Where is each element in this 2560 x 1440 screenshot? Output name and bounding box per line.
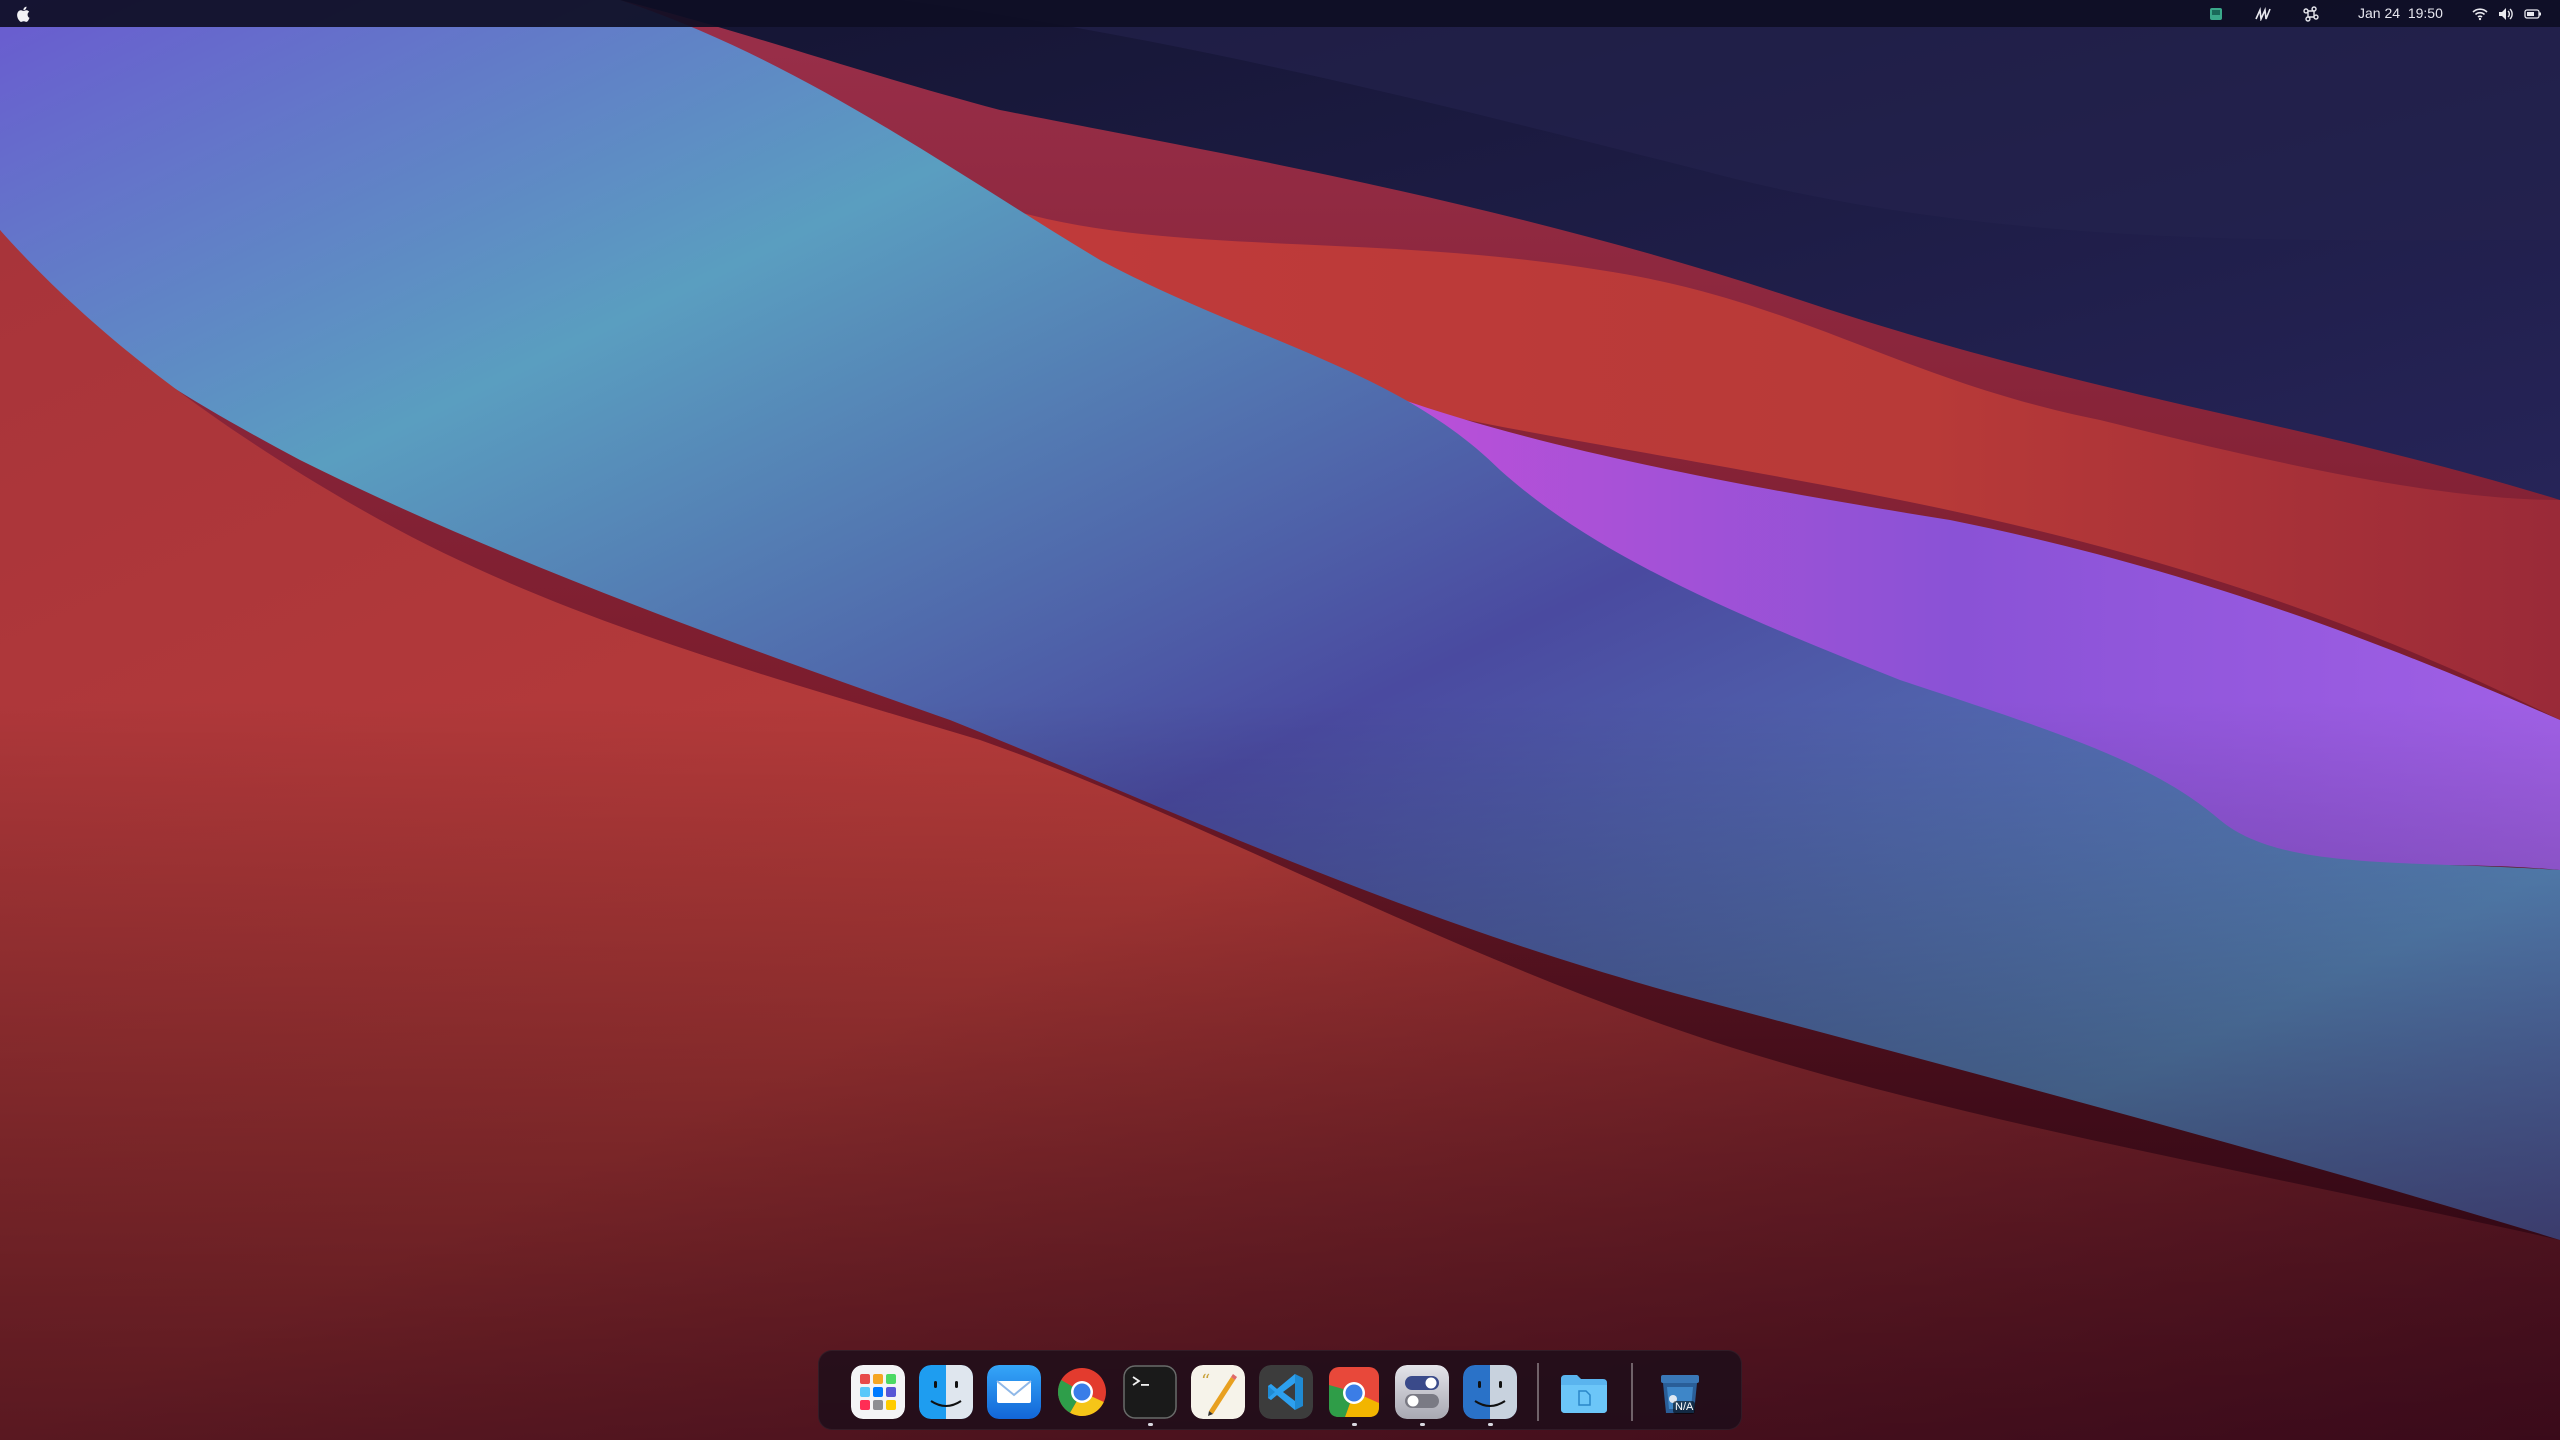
- chromium-icon[interactable]: [1327, 1365, 1381, 1419]
- menu-bar-clock[interactable]: Jan 24 19:50: [2358, 0, 2443, 27]
- menu-bar: Jan 24 19:50: [0, 0, 2560, 27]
- finder-icon[interactable]: [919, 1365, 973, 1419]
- clock-time: 19:50: [2407, 5, 2443, 21]
- text-editor-icon[interactable]: “: [1191, 1365, 1245, 1419]
- dock-separator: [1631, 1363, 1633, 1421]
- green-square-app-icon[interactable]: [2206, 0, 2226, 27]
- dock: “ N/A: [818, 1350, 1742, 1430]
- finder-2-icon[interactable]: [1463, 1365, 1517, 1419]
- running-indicator: [1420, 1423, 1425, 1426]
- svg-text:“: “: [1201, 1371, 1210, 1392]
- running-indicator: [1352, 1423, 1357, 1426]
- clock-date: Jan 24: [2358, 5, 2401, 21]
- trash-status-label: N/A: [1673, 1401, 1696, 1414]
- mail-icon[interactable]: [987, 1365, 1041, 1419]
- chrome-icon[interactable]: [1055, 1365, 1109, 1419]
- command-key-icon[interactable]: [2300, 0, 2322, 27]
- running-indicator: [1148, 1423, 1153, 1426]
- wifi-icon[interactable]: [2470, 0, 2490, 27]
- desktop-wallpaper: [0, 0, 2560, 1440]
- terminal-icon[interactable]: [1123, 1365, 1177, 1419]
- running-indicator: [1488, 1423, 1493, 1426]
- pen-scribble-icon[interactable]: [2252, 0, 2274, 27]
- launchpad-icon[interactable]: [851, 1365, 905, 1419]
- dock-separator: [1537, 1363, 1539, 1421]
- trash-icon[interactable]: N/A: [1653, 1365, 1707, 1419]
- folder-icon[interactable]: [1557, 1365, 1611, 1419]
- vscode-icon[interactable]: [1259, 1365, 1313, 1419]
- volume-icon[interactable]: [2496, 0, 2516, 27]
- apple-logo-icon[interactable]: [14, 4, 34, 24]
- battery-icon[interactable]: [2522, 0, 2544, 27]
- desktop: Jan 24 19:50 “ N/A: [0, 0, 2560, 1440]
- settings-toggles-icon[interactable]: [1395, 1365, 1449, 1419]
